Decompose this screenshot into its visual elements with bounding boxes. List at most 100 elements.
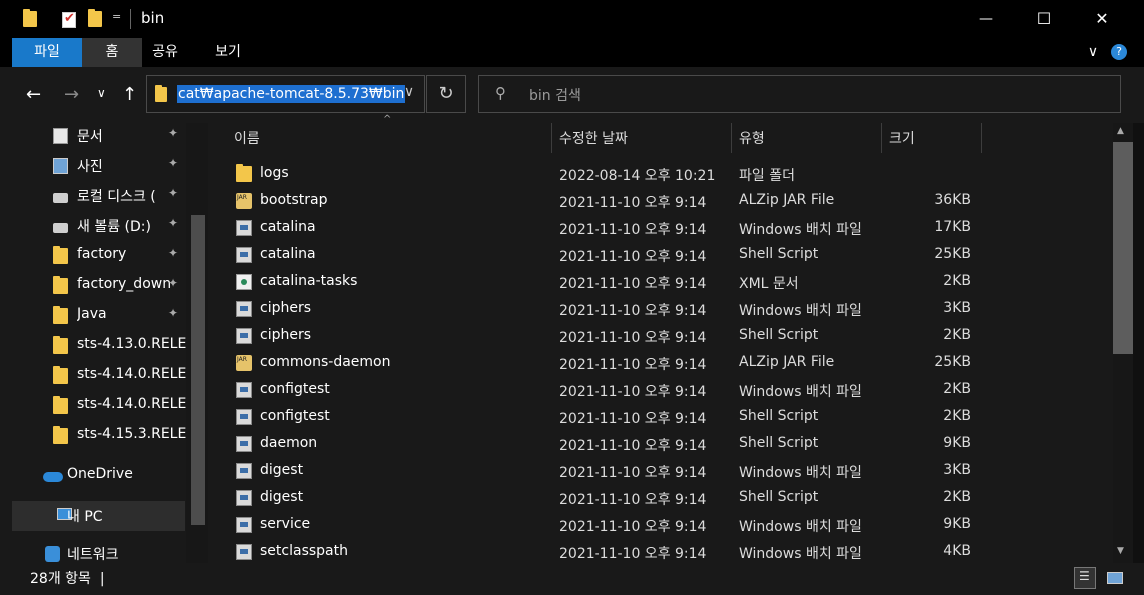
file-size: 4KB — [943, 543, 971, 559]
file-row[interactable]: bootstrap 2021-11-10 오후 9:14 ALZip JAR Fil… — [208, 188, 1113, 215]
tab-view[interactable]: 보기 — [205, 38, 251, 67]
file-type: ALZip JAR File — [739, 192, 835, 208]
column-name[interactable]: 이름 — [234, 128, 260, 148]
up-button[interactable]: ↑ — [122, 84, 137, 105]
batch-icon — [236, 220, 252, 236]
maximize-button[interactable]: ☐ — [1015, 0, 1073, 38]
tab-file[interactable]: 파일 — [12, 38, 82, 67]
nav-scrollbar-thumb[interactable] — [191, 215, 205, 525]
file-row[interactable]: catalina 2021-11-10 오후 9:14 Shell Script 25… — [208, 242, 1113, 269]
file-row[interactable]: service 2021-11-10 오후 9:14 Windows 배치 파일 9K… — [208, 512, 1113, 539]
scroll-down-arrow-icon[interactable]: ▼ — [1117, 546, 1124, 556]
file-date: 2021-11-10 오후 9:14 — [559, 303, 707, 319]
pin-icon: ✦ — [168, 306, 179, 320]
scroll-up-arrow-icon[interactable]: ▲ — [1117, 126, 1124, 136]
nav-item[interactable]: 새 볼륨 (D:) ✦ — [0, 211, 185, 241]
file-row[interactable]: digest 2021-11-10 오후 9:14 Shell Script 2KB — [208, 485, 1113, 512]
file-row[interactable]: ciphers 2021-11-10 오후 9:14 Windows 배치 파일 3K… — [208, 296, 1113, 323]
file-name: configtest — [260, 381, 330, 397]
file-name: logs — [260, 165, 289, 181]
folder-icon — [53, 366, 68, 384]
file-date: 2021-11-10 오후 9:14 — [559, 411, 707, 427]
nav-item[interactable]: OneDrive — [0, 461, 185, 491]
script-icon — [236, 490, 252, 506]
folder-icon — [53, 306, 68, 324]
file-name: bootstrap — [260, 192, 328, 208]
nav-item[interactable]: 로컬 디스크 (✦ — [0, 181, 185, 211]
file-row[interactable]: digest 2021-11-10 오후 9:14 Windows 배치 파일 3KB — [208, 458, 1113, 485]
nav-item[interactable]: sts-4.13.0.RELEAS — [0, 331, 187, 361]
column-type[interactable]: 유형 — [739, 128, 765, 148]
file-row[interactable]: logs 2022-08-14 오후 10:21 파일 폴더 — [208, 161, 1113, 188]
nav-item[interactable]: factory ✦ — [0, 241, 185, 271]
pin-icon: ✦ — [168, 156, 179, 170]
file-list-scrollbar-thumb[interactable] — [1113, 142, 1133, 354]
address-dropdown-button[interactable]: ∨ — [394, 84, 424, 100]
nav-item[interactable]: sts-4.15.3.RELEAS — [0, 421, 187, 451]
file-row[interactable]: commons-daemon 2021-11-10 오후 9:14 ALZip JA… — [208, 350, 1113, 377]
file-name: catalina — [260, 219, 316, 235]
search-box[interactable]: ⚲ bin 검색 — [478, 75, 1121, 113]
file-name: catalina-tasks — [260, 273, 358, 289]
column-divider[interactable] — [981, 123, 982, 153]
file-name: ciphers — [260, 300, 312, 316]
minimize-button[interactable]: — — [957, 0, 1015, 38]
address-input[interactable]: cat₩apache-tomcat-8.5.73₩bin — [177, 85, 406, 103]
chevron-down-icon[interactable]: ∨ — [1082, 38, 1104, 67]
nav-item[interactable]: 내 PC — [12, 501, 185, 531]
file-date: 2021-11-10 오후 9:14 — [559, 357, 707, 373]
batch-icon — [236, 382, 252, 398]
column-date[interactable]: 수정한 날짜 — [559, 128, 628, 148]
column-divider[interactable] — [881, 123, 882, 153]
nav-item[interactable]: sts-4.14.0.RELEAS — [0, 391, 187, 421]
file-type: ALZip JAR File — [739, 354, 835, 370]
file-type: Windows 배치 파일 — [739, 546, 862, 562]
file-row[interactable]: configtest 2021-11-10 오후 9:14 Shell Script… — [208, 404, 1113, 431]
folder-icon — [155, 85, 167, 102]
new-folder-icon[interactable] — [88, 9, 102, 27]
large-icons-view-button[interactable] — [1104, 567, 1126, 589]
column-size[interactable]: 크기 — [889, 128, 915, 148]
close-button[interactable]: ✕ — [1073, 0, 1131, 38]
file-date: 2021-11-10 오후 9:14 — [559, 384, 707, 400]
file-row[interactable]: catalina 2021-11-10 오후 9:14 Windows 배치 파일 1… — [208, 215, 1113, 242]
folder-icon — [23, 9, 37, 27]
recent-locations-button[interactable]: ∨ — [97, 86, 106, 100]
file-row[interactable]: setclasspath 2021-11-10 오후 9:14 Windows 배치… — [208, 539, 1113, 566]
customize-quick-access-icon[interactable]: = — [112, 10, 121, 23]
script-icon — [236, 328, 252, 344]
file-name: daemon — [260, 435, 318, 451]
help-icon[interactable]: ? — [1111, 44, 1127, 60]
nav-item[interactable]: sts-4.14.0.RELEAS — [0, 361, 187, 391]
tab-home[interactable]: 홈 — [82, 38, 142, 67]
title-bar: = bin — ☐ ✕ — [0, 0, 1144, 38]
details-view-button[interactable] — [1074, 567, 1096, 589]
window-edge — [1133, 123, 1144, 563]
search-input[interactable]: bin 검색 — [529, 85, 581, 105]
back-button[interactable]: ← — [26, 84, 41, 105]
column-divider[interactable] — [731, 123, 732, 153]
file-row[interactable]: configtest 2021-11-10 오후 9:14 Windows 배치 파… — [208, 377, 1113, 404]
file-date: 2021-11-10 오후 9:14 — [559, 249, 707, 265]
window-title: bin — [141, 9, 165, 27]
file-row[interactable]: daemon 2021-11-10 오후 9:14 Shell Script 9KB — [208, 431, 1113, 458]
refresh-button[interactable]: ↻ — [426, 75, 466, 113]
properties-icon[interactable] — [62, 11, 76, 28]
nav-item[interactable]: Java ✦ — [0, 301, 185, 331]
batch-icon — [236, 463, 252, 479]
file-row[interactable]: ciphers 2021-11-10 오후 9:14 Shell Script 2KB — [208, 323, 1113, 350]
column-divider[interactable] — [551, 123, 552, 153]
nav-item[interactable]: 문서 ✦ — [0, 121, 185, 151]
file-row[interactable]: catalina-tasks 2021-11-10 오후 9:14 XML 문서 2K… — [208, 269, 1113, 296]
forward-button[interactable]: → — [64, 84, 79, 105]
file-name: digest — [260, 462, 304, 478]
nav-item-label: sts-4.15.3.RELEAS — [77, 426, 187, 442]
folder-icon — [53, 336, 68, 354]
tab-share[interactable]: 공유 — [142, 38, 188, 67]
nav-item[interactable]: factory_down ✦ — [0, 271, 185, 301]
sort-ascending-icon: ^ — [383, 114, 392, 125]
nav-item-label: sts-4.13.0.RELEAS — [77, 336, 187, 352]
nav-item[interactable]: 사진 ✦ — [0, 151, 185, 181]
address-bar[interactable]: cat₩apache-tomcat-8.5.73₩bin — [146, 75, 425, 113]
file-type: XML 문서 — [739, 276, 799, 292]
